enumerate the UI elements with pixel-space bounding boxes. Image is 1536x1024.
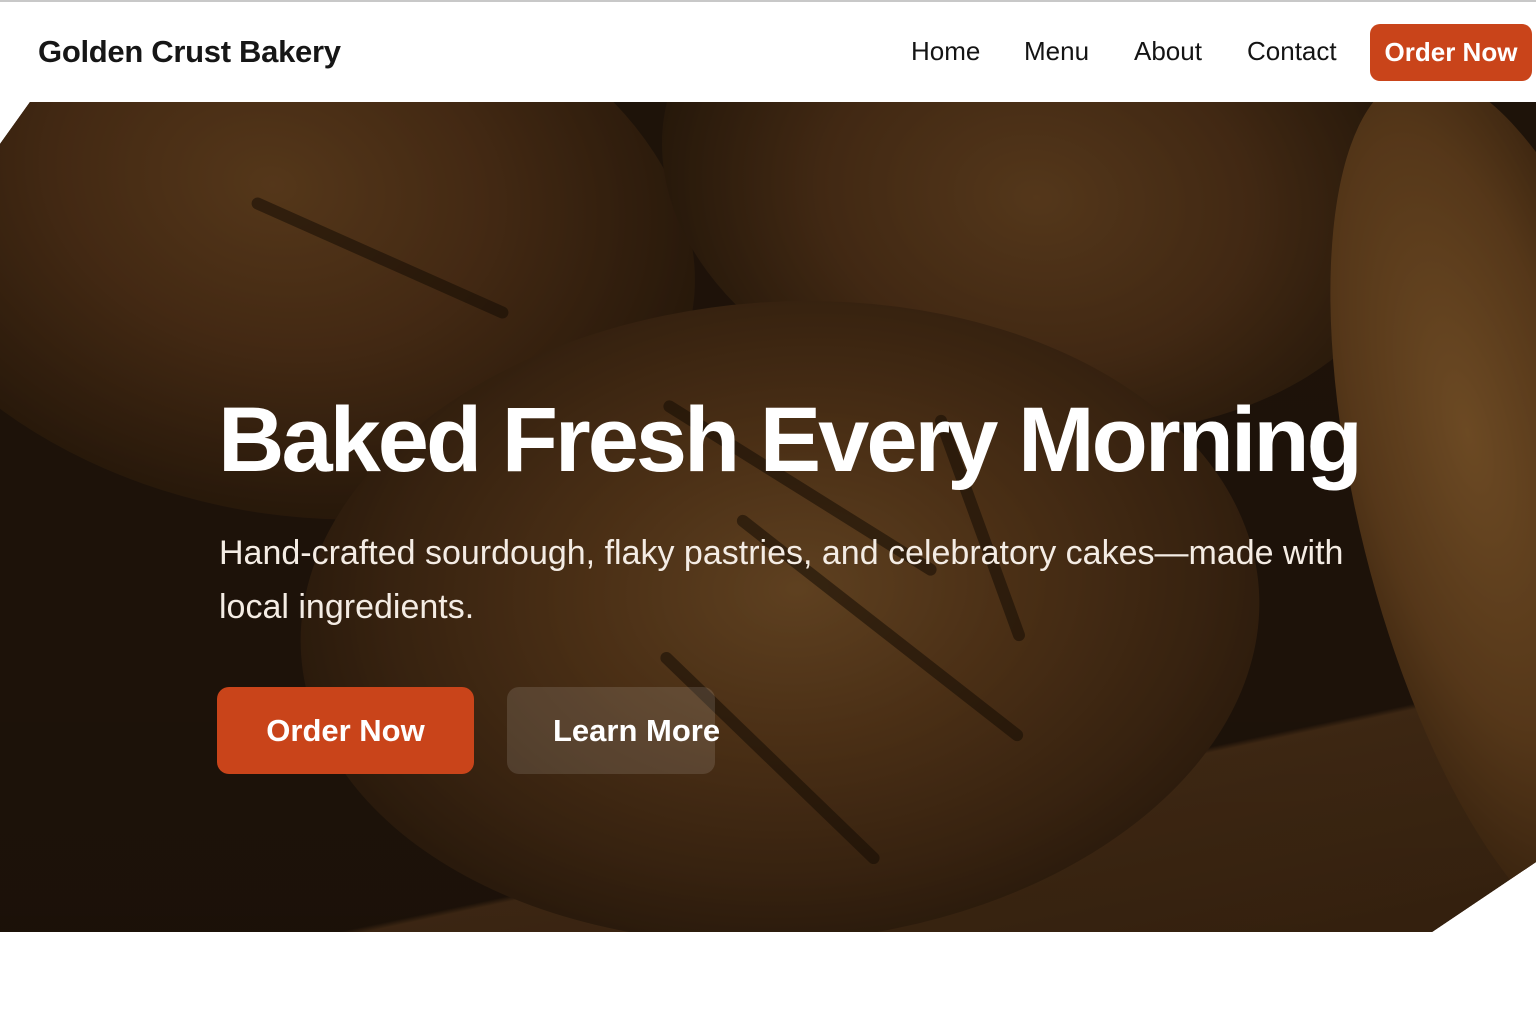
nav-link-about[interactable]: About <box>1134 36 1202 67</box>
nav-link-menu[interactable]: Menu <box>1024 36 1089 67</box>
nav-link-contact[interactable]: Contact <box>1247 36 1337 67</box>
brand-logo-text[interactable]: Golden Crust Bakery <box>38 34 341 70</box>
hero-learn-more-button[interactable]: Learn More <box>507 687 720 774</box>
hero-section <box>0 102 1536 932</box>
header-order-now-button[interactable]: Order Now <box>1370 24 1532 81</box>
site-header: Golden Crust Bakery Home Menu About Cont… <box>0 2 1536 102</box>
nav-link-home[interactable]: Home <box>911 36 980 67</box>
hero-headline: Baked Fresh Every Morning <box>218 389 1363 491</box>
hero-order-now-button[interactable]: Order Now <box>217 687 474 774</box>
hero-dark-overlay <box>0 102 1536 932</box>
hero-subtext: Hand-crafted sourdough, flaky pastries, … <box>219 534 1344 626</box>
